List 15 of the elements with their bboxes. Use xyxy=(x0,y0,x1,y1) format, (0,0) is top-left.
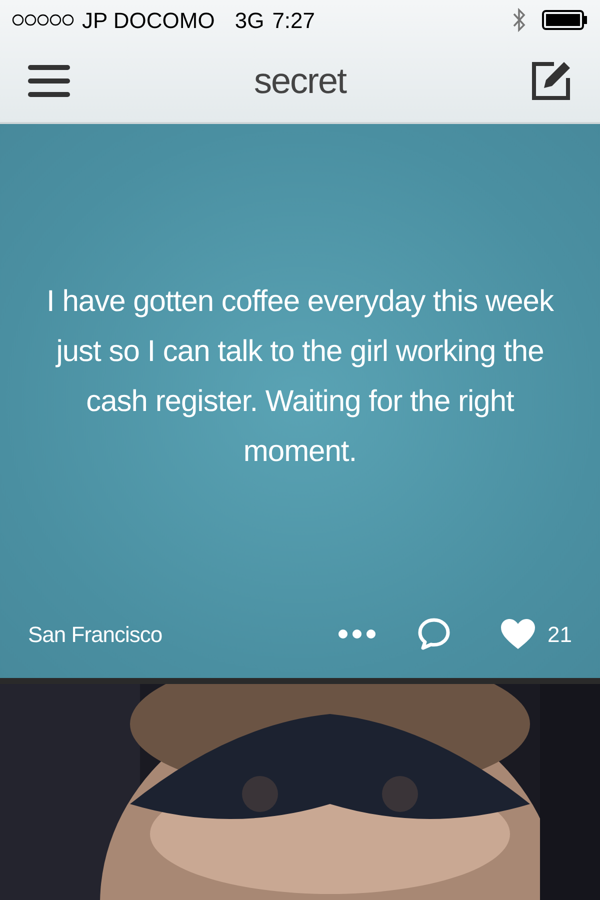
like-count: 21 xyxy=(548,620,572,648)
compose-icon[interactable] xyxy=(530,60,572,102)
secret-text: I have gotten coffee everyday this week just so I can talk to the girl working the cash register. Waiting for the right moment. xyxy=(46,284,555,470)
menu-icon[interactable] xyxy=(28,64,70,98)
location-label: San Francisco xyxy=(28,620,162,648)
carrier-label: JP DOCOMO xyxy=(82,6,215,34)
time-label: 7:27 xyxy=(272,6,316,34)
heart-icon[interactable] xyxy=(500,618,536,650)
more-icon[interactable] xyxy=(338,629,376,639)
app-title: secret xyxy=(254,59,346,103)
network-label: 3G xyxy=(234,6,264,34)
bluetooth-icon xyxy=(512,8,526,32)
comment-icon[interactable] xyxy=(416,616,452,652)
battery-icon xyxy=(542,10,588,30)
signal-icon xyxy=(12,13,74,27)
